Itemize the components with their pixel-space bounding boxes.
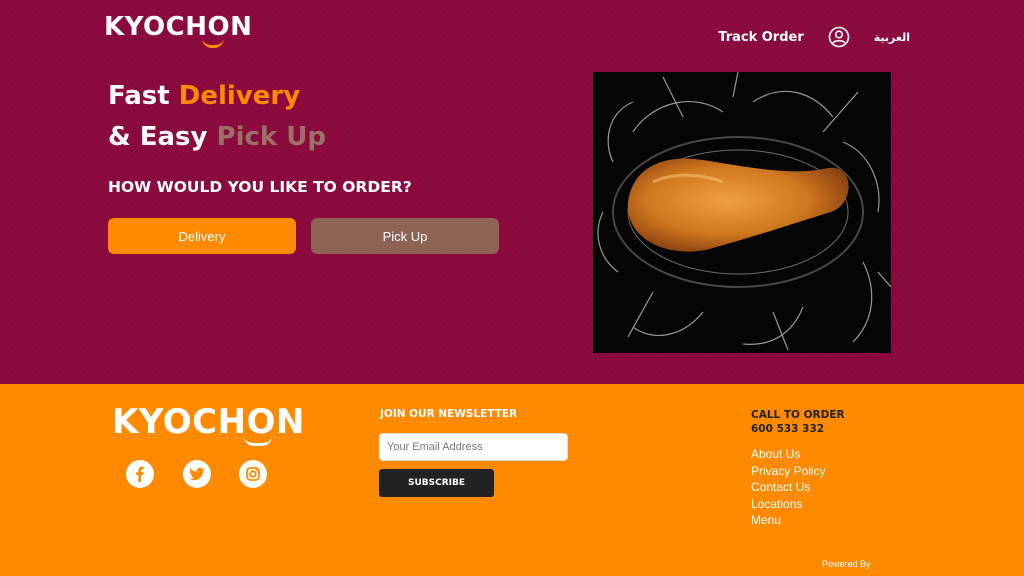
logo-text: KYOCHON — [104, 12, 253, 42]
newsletter-title: JOIN OUR NEWSLETTER — [380, 408, 518, 420]
footer-link-contact-us[interactable]: Contact Us — [751, 480, 826, 496]
twitter-icon[interactable] — [183, 460, 211, 488]
footer-link-privacy-policy[interactable]: Privacy Policy — [751, 464, 826, 480]
headline-line-2: & Easy Pick Up — [108, 117, 326, 158]
user-circle-icon[interactable] — [828, 26, 850, 48]
hero-headline: Fast Delivery & Easy Pick Up — [108, 76, 326, 158]
kyochon-logo[interactable]: KYOCHON — [104, 12, 253, 48]
headline-pickup: Pick Up — [216, 122, 326, 152]
footer-link-about-us[interactable]: About Us — [751, 447, 826, 463]
language-switch-link[interactable]: العربية — [874, 31, 910, 44]
call-to-order-title: CALL TO ORDER — [751, 409, 845, 421]
subscribe-button[interactable]: SUBSCRIBE — [379, 469, 494, 497]
instagram-icon[interactable] — [239, 460, 267, 488]
powered-by-label: Powered By — [822, 559, 871, 569]
footer-link-locations[interactable]: Locations — [751, 497, 826, 513]
footer-links: About Us Privacy Policy Contact Us Locat… — [751, 447, 826, 529]
headline-line-1: Fast Delivery — [108, 76, 326, 117]
newsletter-email-input[interactable] — [379, 433, 568, 461]
footer-link-menu[interactable]: Menu — [751, 513, 826, 529]
track-order-link[interactable]: Track Order — [718, 30, 804, 45]
footer-kyochon-logo[interactable]: KYOCHON — [112, 402, 305, 446]
pickup-button[interactable]: Pick Up — [311, 218, 499, 254]
headline-fast: Fast — [108, 81, 179, 111]
facebook-icon[interactable] — [126, 460, 154, 488]
headline-delivery: Delivery — [178, 81, 301, 111]
order-question: HOW WOULD YOU LIKE TO ORDER? — [108, 178, 412, 196]
top-nav: Track Order العربية — [718, 26, 910, 48]
footer-logo-text: KYOCHON — [112, 402, 305, 442]
phone-number[interactable]: 600 533 332 — [751, 422, 845, 436]
call-to-order: CALL TO ORDER 600 533 332 — [751, 408, 845, 436]
headline-easy: & Easy — [108, 122, 217, 152]
fried-chicken-drumstick-splash-image — [593, 72, 891, 353]
delivery-button[interactable]: Delivery — [108, 218, 296, 254]
